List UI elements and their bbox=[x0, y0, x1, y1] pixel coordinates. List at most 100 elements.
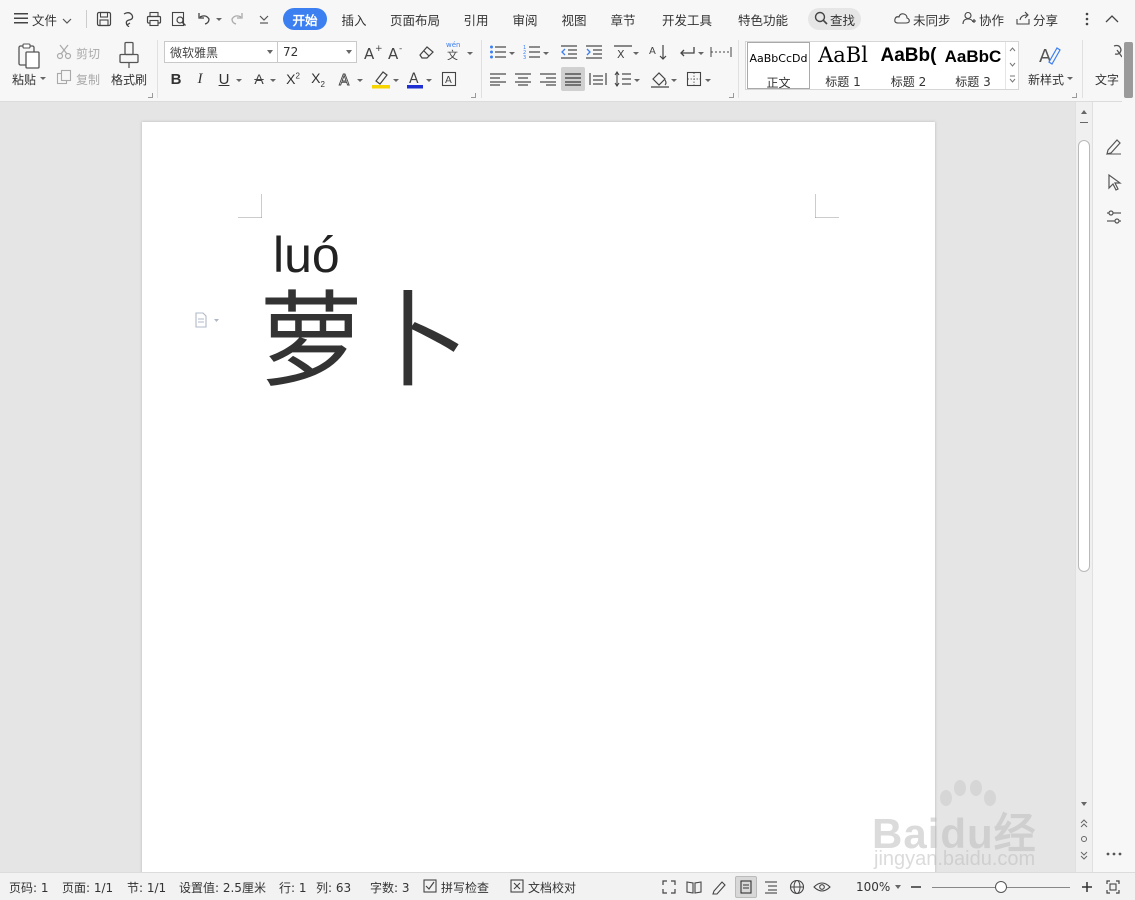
more-panels-icon[interactable] bbox=[1103, 843, 1125, 865]
select-cursor-icon[interactable] bbox=[1103, 171, 1125, 193]
style-heading-3[interactable]: AaBbC 标题 3 bbox=[942, 42, 1004, 89]
tab-review[interactable]: 审阅 bbox=[507, 8, 543, 30]
edit-pen-icon[interactable] bbox=[1103, 135, 1125, 157]
new-style-dropdown-icon[interactable] bbox=[1067, 77, 1073, 80]
tab-insert[interactable]: 插入 bbox=[336, 8, 372, 30]
font-name-select[interactable]: 微软雅黑 bbox=[164, 41, 278, 63]
spell-check-button[interactable]: 拼写检查 bbox=[423, 873, 489, 900]
increase-indent-icon[interactable] bbox=[584, 42, 604, 62]
fit-page-icon[interactable] bbox=[1104, 878, 1122, 896]
tab-stops-icon[interactable] bbox=[710, 42, 732, 62]
gallery-scroll[interactable] bbox=[1005, 42, 1018, 89]
numbered-list-icon[interactable]: 123 bbox=[522, 42, 542, 62]
text-tool-icon[interactable] bbox=[1108, 42, 1122, 64]
align-right-icon[interactable] bbox=[538, 69, 558, 89]
numbered-list-dropdown-icon[interactable] bbox=[543, 52, 549, 55]
format-painter-icon[interactable] bbox=[118, 41, 140, 69]
status-column[interactable]: 列: 63 bbox=[316, 873, 351, 900]
undo-dropdown-icon[interactable] bbox=[216, 18, 222, 21]
bullet-list-icon[interactable] bbox=[488, 42, 508, 62]
document-page[interactable]: luó 萝卜 bbox=[142, 122, 935, 882]
status-section[interactable]: 节: 1/1 bbox=[127, 873, 166, 900]
tab-home[interactable]: 开始 bbox=[283, 8, 327, 30]
collaborate-button[interactable]: 协作 bbox=[962, 0, 1004, 38]
style-normal[interactable]: AaBbCcDd 正文 bbox=[747, 42, 810, 90]
highlight-dropdown-icon[interactable] bbox=[393, 79, 399, 82]
paste-button[interactable]: 粘贴 bbox=[12, 71, 36, 88]
outline-view-icon[interactable] bbox=[762, 878, 780, 896]
zoom-out-icon[interactable] bbox=[907, 878, 925, 896]
chinese-layout-dropdown-icon[interactable] bbox=[633, 52, 639, 55]
status-setting[interactable]: 设置值: 2.5厘米 bbox=[179, 873, 266, 900]
more-options-icon[interactable] bbox=[1079, 11, 1095, 27]
undo-icon[interactable] bbox=[196, 11, 212, 27]
borders-dropdown-icon[interactable] bbox=[705, 79, 711, 82]
save-icon[interactable] bbox=[96, 11, 112, 27]
bullet-list-dropdown-icon[interactable] bbox=[509, 52, 515, 55]
tab-view[interactable]: 视图 bbox=[556, 8, 592, 30]
paragraph-group-launcher-icon[interactable] bbox=[729, 93, 734, 98]
sort-icon[interactable]: A bbox=[648, 42, 668, 62]
collapse-ribbon-icon[interactable] bbox=[1104, 11, 1120, 27]
status-page-code[interactable]: 页码: 1 bbox=[9, 873, 49, 900]
style-heading-2[interactable]: AaBb( 标题 2 bbox=[876, 42, 941, 89]
zoom-in-icon[interactable] bbox=[1078, 878, 1096, 896]
reading-mode-icon[interactable] bbox=[685, 878, 703, 896]
redo-icon[interactable] bbox=[229, 11, 245, 27]
shading-icon[interactable] bbox=[650, 69, 670, 89]
decrease-indent-icon[interactable] bbox=[559, 42, 579, 62]
character-border-icon[interactable]: A bbox=[439, 69, 459, 89]
font-size-select[interactable]: 72 bbox=[277, 41, 357, 63]
clipboard-group-launcher-icon[interactable] bbox=[148, 93, 153, 98]
text-tool-button[interactable]: 文字 bbox=[1095, 71, 1121, 88]
text-effect-icon[interactable]: A bbox=[336, 69, 356, 89]
format-painter-button[interactable]: 格式刷 bbox=[111, 71, 147, 88]
ribbon-scroll[interactable] bbox=[1122, 38, 1135, 102]
web-view-icon[interactable] bbox=[788, 878, 806, 896]
paragraph-options-icon[interactable] bbox=[194, 312, 222, 331]
pinyin-annotation[interactable]: luó bbox=[273, 230, 340, 280]
align-center-icon[interactable] bbox=[513, 69, 533, 89]
align-left-icon[interactable] bbox=[488, 69, 508, 89]
fullscreen-icon[interactable] bbox=[660, 878, 678, 896]
increase-font-size-icon[interactable]: A + bbox=[363, 42, 383, 62]
text-effect-dropdown-icon[interactable] bbox=[357, 79, 363, 82]
underline-icon[interactable]: U bbox=[214, 69, 234, 89]
paste-dropdown-icon[interactable] bbox=[40, 77, 46, 80]
document-text[interactable]: 萝卜 bbox=[259, 279, 471, 404]
clear-formatting-icon[interactable] bbox=[416, 42, 436, 62]
show-hide-dropdown-icon[interactable] bbox=[698, 52, 704, 55]
status-row[interactable]: 行: 1 bbox=[279, 873, 307, 900]
phonetic-guide-icon[interactable]: wén 文 bbox=[444, 40, 466, 60]
export-pdf-icon[interactable] bbox=[121, 11, 137, 27]
show-hide-marks-icon[interactable] bbox=[677, 42, 697, 62]
decrease-font-size-icon[interactable]: A- bbox=[387, 42, 407, 62]
chinese-layout-icon[interactable]: X bbox=[613, 42, 633, 62]
page-view-icon[interactable] bbox=[735, 876, 757, 898]
style-heading-1[interactable]: AaBl 标题 1 bbox=[812, 42, 874, 89]
italic-icon[interactable]: I bbox=[190, 69, 210, 89]
select-browse-object-icon[interactable] bbox=[1081, 836, 1087, 842]
font-color-icon[interactable]: A bbox=[405, 69, 425, 89]
tab-special-features[interactable]: 特色功能 bbox=[733, 8, 793, 30]
print-icon[interactable] bbox=[146, 11, 162, 27]
previous-page-icon[interactable] bbox=[1080, 818, 1088, 832]
tab-page-layout[interactable]: 页面布局 bbox=[386, 8, 444, 30]
subscript-icon[interactable]: X2 bbox=[308, 69, 328, 89]
strikethrough-dropdown-icon[interactable] bbox=[270, 79, 276, 82]
highlight-color-icon[interactable] bbox=[371, 69, 391, 89]
scrollbar-thumb[interactable] bbox=[1078, 140, 1090, 572]
zoom-level-select[interactable]: 100% bbox=[856, 873, 902, 900]
adjust-sliders-icon[interactable] bbox=[1103, 206, 1125, 228]
scroll-up-icon[interactable] bbox=[1081, 110, 1087, 114]
line-spacing-icon[interactable] bbox=[613, 69, 633, 89]
scroll-down-icon[interactable] bbox=[1081, 802, 1087, 806]
status-pages[interactable]: 页面: 1/1 bbox=[62, 873, 113, 900]
bold-icon[interactable]: B bbox=[166, 69, 186, 89]
distributed-align-icon[interactable] bbox=[588, 69, 608, 89]
line-spacing-dropdown-icon[interactable] bbox=[634, 79, 640, 82]
phonetic-dropdown-icon[interactable] bbox=[467, 52, 473, 55]
copy-button[interactable]: 复制 bbox=[76, 71, 100, 88]
next-page-icon[interactable] bbox=[1080, 850, 1088, 864]
new-style-button[interactable]: 新样式 bbox=[1028, 71, 1064, 88]
